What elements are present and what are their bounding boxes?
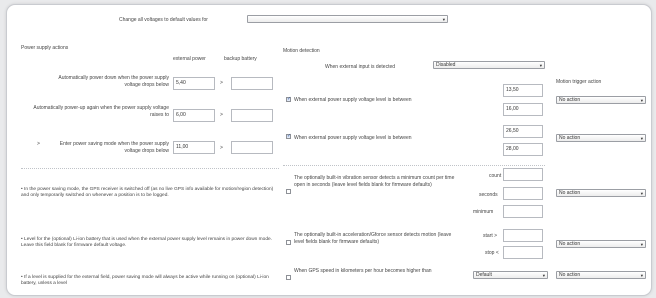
accel-stop-label: stop < xyxy=(485,250,499,256)
power-saving-gt-prefix: > xyxy=(37,141,40,147)
voltage-range-1-checkbox[interactable] xyxy=(286,96,291,102)
vibration-count-label: count xyxy=(489,173,502,179)
power-up-gt: > xyxy=(220,112,223,118)
acceleration-action-select[interactable]: No action ▾ xyxy=(556,240,646,248)
power-up-label: Automatically power-up again when the po… xyxy=(33,105,169,118)
vibration-seconds-input[interactable] xyxy=(503,187,543,200)
note-bullet-icon: • xyxy=(21,275,23,280)
note-bullet-icon: • xyxy=(21,187,23,192)
voltage-range-1-label: When external power supply voltage level… xyxy=(294,97,412,103)
acceleration-label: The optionally built-in acceleration/Gfo… xyxy=(294,232,452,245)
vibration-action-value: No action xyxy=(559,190,581,196)
note-external-level: • If a level is supplied for the externa… xyxy=(21,275,276,288)
vibration-checkbox[interactable] xyxy=(286,189,291,194)
voltage-range-1-high-input[interactable]: 16,00 xyxy=(503,103,543,116)
dropdown-arrow-icon: ▾ xyxy=(640,273,643,278)
external-power-header: external power xyxy=(173,56,206,62)
power-saving-external-input[interactable]: 11,00 xyxy=(173,141,215,154)
external-input-select[interactable]: Disabled ▾ xyxy=(433,61,545,69)
voltage-range-1-low-input[interactable]: 13,50 xyxy=(503,84,543,97)
voltage-range-2-checkbox[interactable] xyxy=(286,133,291,139)
vibration-minimum-input[interactable] xyxy=(503,205,543,218)
power-down-backup-input[interactable] xyxy=(231,77,273,90)
backup-battery-header: backup battery xyxy=(224,56,257,62)
accel-start-input[interactable] xyxy=(503,229,543,242)
default-values-select[interactable]: ▾ xyxy=(247,15,448,23)
voltage-range-2-action-value: No action xyxy=(559,135,581,141)
acceleration-checkbox[interactable] xyxy=(286,240,291,245)
dropdown-arrow-icon: ▾ xyxy=(640,136,643,141)
note-power-saving: • In the power saving mode, the GPS rece… xyxy=(21,187,276,200)
vibration-seconds-label: seconds xyxy=(479,192,498,198)
vibration-label: The optionally built-in vibration sensor… xyxy=(294,175,455,188)
vibration-minimum-label: minimum xyxy=(473,209,494,215)
note-external-level-text: If a level is supplied for the external … xyxy=(21,275,269,287)
note-liion-level-text: Level for the (optional) Li-ion battery … xyxy=(21,237,273,249)
external-input-label: When external input is detected xyxy=(325,64,396,70)
power-up-external-input[interactable]: 6,00 xyxy=(173,109,215,122)
dropdown-arrow-icon: ▾ xyxy=(640,191,643,196)
motion-trigger-header: Motion trigger action xyxy=(556,79,602,85)
power-down-label: Automatically power down when the power … xyxy=(58,75,169,88)
power-saving-gt: > xyxy=(220,145,223,151)
gps-speed-checkbox[interactable] xyxy=(286,275,291,280)
accel-start-label: start > xyxy=(483,233,498,239)
dropdown-arrow-icon: ▾ xyxy=(442,17,445,22)
power-divider xyxy=(21,168,279,169)
power-section-title: Power supply actions xyxy=(21,45,69,51)
default-values-label: Change all voltages to default values fo… xyxy=(119,17,208,23)
voltage-range-2-low-input[interactable]: 26,50 xyxy=(503,125,543,138)
voltage-range-1-action-select[interactable]: No action ▾ xyxy=(556,96,646,104)
external-input-select-value: Disabled xyxy=(436,62,456,68)
gps-speed-label: When GPS speed in kilometers per hour be… xyxy=(294,268,432,274)
voltage-range-2-action-select[interactable]: No action ▾ xyxy=(556,134,646,142)
power-down-gt: > xyxy=(220,80,223,86)
voltage-range-2-high-input[interactable]: 28,00 xyxy=(503,143,543,156)
dropdown-arrow-icon: ▾ xyxy=(640,242,643,247)
power-saving-backup-input[interactable] xyxy=(231,141,273,154)
motion-section-title: Motion detection xyxy=(283,48,320,54)
power-down-external-input[interactable]: 5,40 xyxy=(173,77,215,90)
note-liion-level: • Level for the (optional) Li-ion batter… xyxy=(21,237,276,250)
gps-speed-action-value: No action xyxy=(559,272,581,278)
settings-panel: Change all voltages to default values fo… xyxy=(6,4,652,296)
vibration-action-select[interactable]: No action ▾ xyxy=(556,189,646,197)
note-bullet-icon: • xyxy=(21,237,23,242)
acceleration-action-value: No action xyxy=(559,241,581,247)
gps-speed-select-value: Default xyxy=(476,272,492,278)
dropdown-arrow-icon: ▾ xyxy=(539,63,542,68)
dropdown-arrow-icon: ▾ xyxy=(640,98,643,103)
note-power-saving-text: In the power saving mode, the GPS receiv… xyxy=(21,187,274,199)
power-saving-label: Enter power saving mode when the power s… xyxy=(59,141,169,154)
accel-stop-input[interactable] xyxy=(503,246,543,259)
voltage-range-2-label: When external power supply voltage level… xyxy=(294,135,412,141)
dropdown-arrow-icon: ▾ xyxy=(542,273,545,278)
voltage-range-1-action-value: No action xyxy=(559,97,581,103)
power-up-backup-input[interactable] xyxy=(231,109,273,122)
motion-divider xyxy=(283,165,545,166)
gps-speed-action-select[interactable]: No action ▾ xyxy=(556,271,646,279)
gps-speed-select[interactable]: Default ▾ xyxy=(473,271,548,279)
vibration-count-input[interactable] xyxy=(503,168,543,181)
